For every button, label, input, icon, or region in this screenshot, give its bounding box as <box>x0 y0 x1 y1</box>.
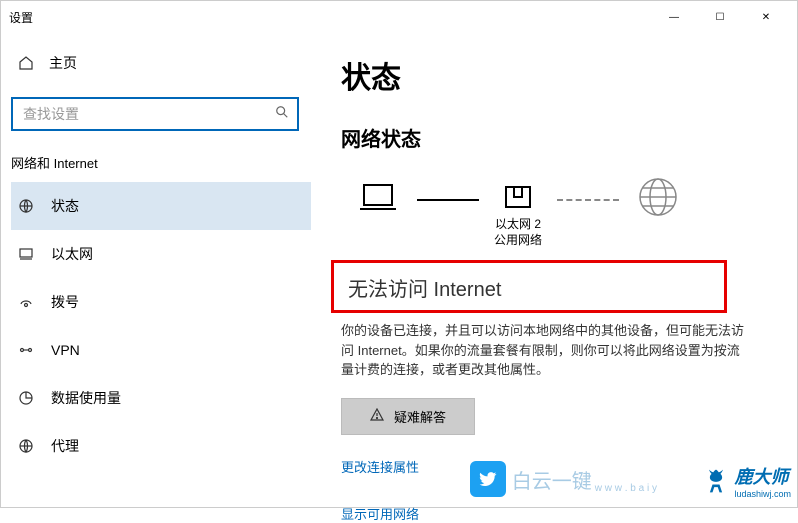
dialup-icon <box>17 294 35 310</box>
watermark-baiyun-text: 白云一键 <box>512 465 592 494</box>
proxy-icon <box>17 438 35 454</box>
ethernet-icon <box>17 246 35 262</box>
network-diagram: 以太网 2 公用网络 <box>343 176 767 254</box>
troubleshoot-button[interactable]: 疑难解答 <box>341 398 475 435</box>
search-icon <box>275 105 289 124</box>
sidebar-item-label: 数据使用量 <box>51 388 121 408</box>
network-type: 公用网络 <box>494 233 542 249</box>
bird-icon <box>470 461 506 497</box>
deer-icon <box>702 467 730 495</box>
laptop-icon <box>358 181 398 213</box>
router-node: 以太网 2 公用网络 <box>483 181 553 249</box>
sidebar-item-label: 以太网 <box>51 244 93 264</box>
globe-node <box>623 176 693 254</box>
sidebar-item-label: 拨号 <box>51 292 79 312</box>
sidebar-item-label: 状态 <box>51 196 79 216</box>
status-icon <box>17 198 35 214</box>
content: 状态 网络状态 以太网 2 公用网络 无法访问 Internet <box>311 33 797 507</box>
sidebar-section-title: 网络和 Internet <box>11 153 311 182</box>
sidebar-item-label: VPN <box>51 342 80 358</box>
watermark-baiyun-sub: w w w . b a i y <box>595 483 657 494</box>
connector-solid <box>417 199 479 201</box>
sidebar-home-label: 主页 <box>49 53 77 73</box>
watermark-ludashi: 鹿大师 ludashiwj.com <box>702 463 791 499</box>
datausage-icon <box>17 390 35 406</box>
status-description: 你的设备已连接，并且可以访问本地网络中的其他设备，但可能无法访问 Interne… <box>341 321 751 380</box>
sidebar: 主页 网络和 Internet 状态 以太网 拨号 <box>1 33 311 507</box>
sidebar-item-ethernet[interactable]: 以太网 <box>11 230 311 278</box>
titlebar: 设置 — ☐ ✕ <box>1 1 797 33</box>
window-controls: — ☐ ✕ <box>651 1 789 33</box>
link-show-networks[interactable]: 显示可用网络 <box>341 504 767 523</box>
home-icon <box>17 55 35 71</box>
watermark-ludashi-sub: ludashiwj.com <box>734 489 791 499</box>
warning-icon <box>370 408 384 425</box>
watermark-baiyun: 白云一键 w w w . b a i y <box>470 461 657 497</box>
close-button[interactable]: ✕ <box>743 1 789 33</box>
maximize-button[interactable]: ☐ <box>697 1 743 33</box>
sidebar-item-vpn[interactable]: VPN <box>11 326 311 374</box>
vpn-icon <box>17 342 35 358</box>
window-title: 设置 <box>9 9 33 26</box>
sidebar-item-status[interactable]: 状态 <box>11 182 311 230</box>
ethernet-name: 以太网 2 <box>494 217 542 233</box>
status-headline: 无法访问 Internet <box>348 273 710 302</box>
globe-icon <box>637 176 679 218</box>
sidebar-item-datausage[interactable]: 数据使用量 <box>11 374 311 422</box>
watermark-ludashi-text: 鹿大师 <box>734 463 791 489</box>
ethernet-port-icon <box>502 181 534 213</box>
sidebar-home[interactable]: 主页 <box>11 43 311 83</box>
search-box[interactable] <box>11 97 299 131</box>
sidebar-item-label: 代理 <box>51 436 79 456</box>
search-input[interactable] <box>23 106 275 122</box>
device-node <box>343 181 413 249</box>
connector-dashed <box>557 199 619 201</box>
subsection-title: 网络状态 <box>341 123 767 152</box>
troubleshoot-label: 疑难解答 <box>394 407 446 426</box>
minimize-button[interactable]: — <box>651 1 697 33</box>
page-title: 状态 <box>341 53 767 97</box>
sidebar-item-dialup[interactable]: 拨号 <box>11 278 311 326</box>
status-highlight-box: 无法访问 Internet <box>331 260 727 313</box>
sidebar-item-proxy[interactable]: 代理 <box>11 422 311 470</box>
